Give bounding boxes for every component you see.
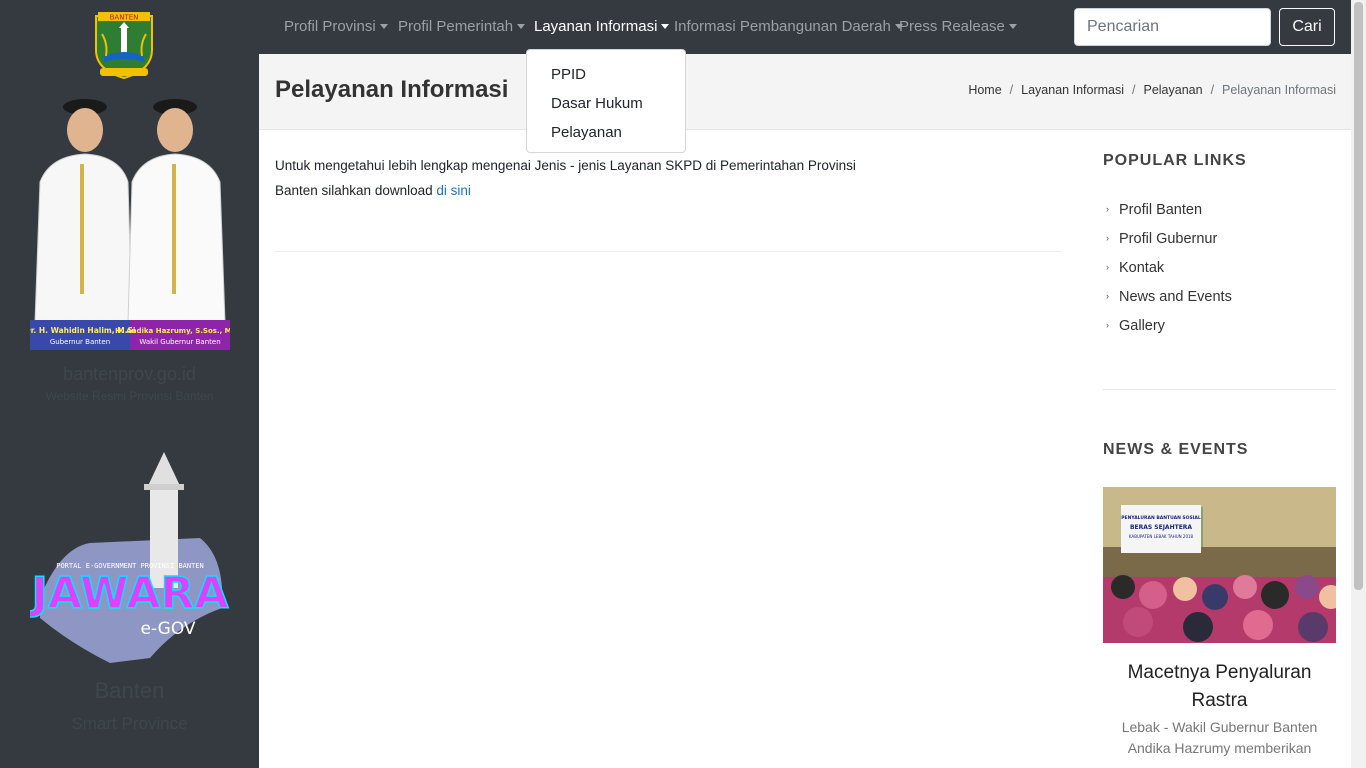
breadcrumb: Home / Layanan Informasi / Pelayanan / Pelayan… <box>968 83 1336 97</box>
dropdown-item-pelayanan[interactable]: Pelayanan <box>527 118 685 147</box>
official-2-role: Wakil Gubernur Banten <box>139 338 220 346</box>
link-label: Profil Banten <box>1119 202 1203 218</box>
chevron-right-icon: › <box>1106 262 1109 272</box>
banner-line-2: BERAS SEJAHTERA <box>1130 524 1192 531</box>
banner-line-1: PENYALURAN BANTUAN SOSIAL <box>1121 515 1201 521</box>
nav-label: Profil Provinsi <box>284 18 376 35</box>
page-header: Pelayanan Informasi Home / Layanan Informa… <box>259 54 1351 130</box>
news-excerpt: Lebak - Wakil Gubernur Banten Andika Haz… <box>1121 719 1318 756</box>
content-text: Untuk mengetahui lebih lengkap mengenai … <box>275 158 856 198</box>
caret-down-icon <box>379 24 388 29</box>
site-tagline: Website Resmi Provinsi Banten <box>45 389 214 403</box>
link-label: News and Events <box>1119 289 1232 305</box>
nav-press-realease[interactable]: Press Realease <box>899 18 1017 35</box>
region-tagline: Smart Province <box>71 714 188 733</box>
breadcrumb-layanan-informasi[interactable]: Layanan Informasi <box>1021 83 1124 97</box>
dropdown-item-dasar-hukum[interactable]: Dasar Hukum <box>527 89 685 118</box>
nav-label: Profil Pemerintah <box>398 18 514 35</box>
layanan-informasi-dropdown: PPID Dasar Hukum Pelayanan <box>526 49 686 153</box>
breadcrumb-home[interactable]: Home <box>968 83 1001 97</box>
nav-profil-provinsi[interactable]: Profil Provinsi <box>284 18 388 35</box>
link-label: Profil Gubernur <box>1119 231 1218 247</box>
news-image[interactable]: PENYALURAN BANTUAN SOSIAL BERAS SEJAHTER… <box>1103 487 1336 643</box>
logo-text: BANTEN <box>110 14 139 22</box>
popular-links-divider <box>1103 389 1336 390</box>
chevron-right-icon: › <box>1106 233 1109 243</box>
officials-photo: Dr. H. Wahidin Halim, M.Si Gubernur Bant… <box>30 99 230 350</box>
page-title: Pelayanan Informasi <box>275 76 509 103</box>
site-domain: bantenprov.go.id <box>63 364 196 384</box>
content-divider <box>275 251 1061 252</box>
official-2-name: H. Andika Hazrumy, S.Sos., M.AP <box>115 327 230 335</box>
popular-links-heading: POPULAR LINKS <box>1103 152 1247 169</box>
breadcrumb-current: Pelayanan Informasi <box>1222 83 1336 97</box>
nav-label: Layanan Informasi <box>534 18 658 35</box>
content-body: Untuk mengetahui lebih lengkap mengenai … <box>275 153 895 203</box>
dropdown-item-ppid[interactable]: PPID <box>527 60 685 89</box>
popular-link-profil-gubernur[interactable]: › Profil Gubernur <box>1103 227 1336 256</box>
portal-name: JAWARA <box>30 568 229 619</box>
popular-link-kontak[interactable]: › Kontak <box>1103 256 1336 285</box>
sidebar: BANTEN Dr. H. Wahidin Halim, M.Si Gubern… <box>0 0 259 768</box>
jawara-egov-logo[interactable]: PORTAL E-GOVERNMENT PROVINSI BANTEN JAWA… <box>30 448 230 670</box>
link-label: Gallery <box>1119 318 1165 334</box>
breadcrumb-pelayanan[interactable]: Pelayanan <box>1143 83 1202 97</box>
news-title[interactable]: Macetnya Penyaluran Rastra <box>1103 659 1336 715</box>
nav-label: Press Realease <box>899 18 1005 35</box>
popular-link-gallery[interactable]: › Gallery <box>1103 314 1336 343</box>
nav-informasi-pembangunan-daerah[interactable]: Informasi Pembangunan Daerah <box>674 18 903 35</box>
chevron-right-icon: › <box>1106 204 1109 214</box>
caret-down-icon <box>661 24 670 29</box>
popular-link-news-and-events[interactable]: › News and Events <box>1103 285 1336 314</box>
nav-profil-pemerintah[interactable]: Profil Pemerintah <box>398 18 526 35</box>
nav-layanan-informasi[interactable]: Layanan Informasi <box>534 18 670 35</box>
caret-down-icon <box>517 24 526 29</box>
scrollbar-thumb[interactable] <box>1354 2 1363 590</box>
search-button[interactable]: Cari <box>1279 8 1335 46</box>
news-events-heading: NEWS & EVENTS <box>1103 441 1249 458</box>
top-navbar: Profil Provinsi Profil Pemerintah Layana… <box>259 0 1351 54</box>
banten-logo[interactable]: BANTEN <box>92 10 156 80</box>
banner-line-3: KABUPATEN LEBAK TAHUN 2018 <box>1129 534 1194 539</box>
nav-label: Informasi Pembangunan Daerah <box>674 18 891 35</box>
official-1-role: Gubernur Banten <box>50 338 110 346</box>
link-label: Kontak <box>1119 260 1165 276</box>
search-input[interactable] <box>1074 8 1271 46</box>
popular-links-list: › Profil Banten › Profil Gubernur › Kontak … <box>1103 198 1336 343</box>
chevron-right-icon: › <box>1106 320 1109 330</box>
popular-link-profil-banten[interactable]: › Profil Banten <box>1103 198 1336 227</box>
download-link[interactable]: di sini <box>436 183 471 198</box>
region-name: Banten <box>94 678 165 703</box>
chevron-right-icon: › <box>1106 291 1109 301</box>
portal-sub: e-GOV <box>140 619 195 639</box>
caret-down-icon <box>1008 24 1017 29</box>
page-scrollbar[interactable] <box>1351 0 1366 768</box>
